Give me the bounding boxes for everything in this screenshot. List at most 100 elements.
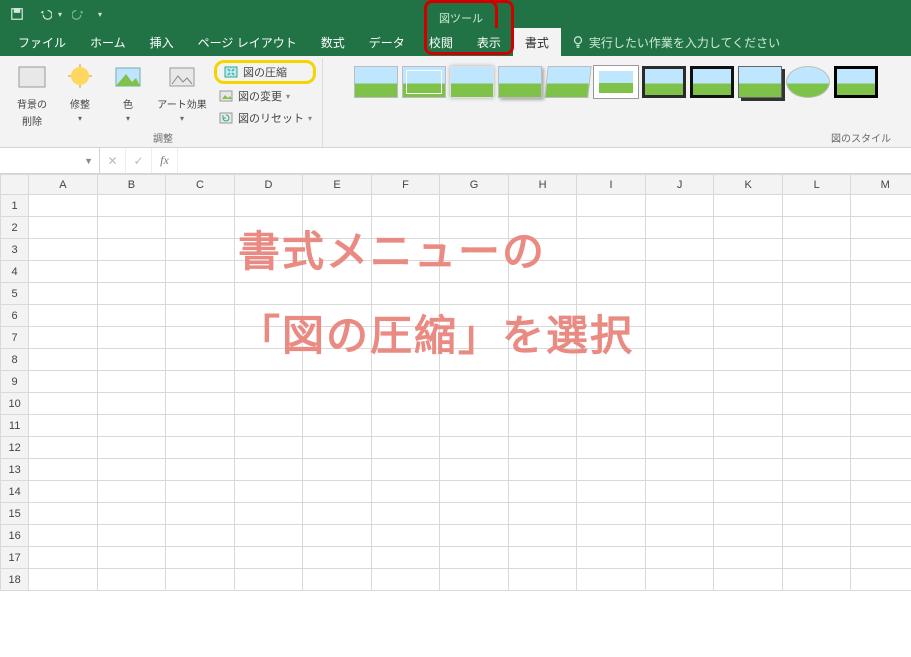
cell[interactable] [234,327,303,349]
cell[interactable] [851,195,911,217]
enter-formula-button[interactable]: ✓ [126,148,152,173]
cell[interactable] [577,327,646,349]
cell[interactable] [440,349,509,371]
cell[interactable] [782,393,851,415]
cell[interactable] [508,327,577,349]
cell[interactable] [371,371,440,393]
cell[interactable] [166,525,235,547]
cell[interactable] [166,261,235,283]
tab-formulas[interactable]: 数式 [309,28,357,56]
cell[interactable] [97,261,166,283]
tab-format[interactable]: 書式 [513,28,561,56]
cell[interactable] [645,261,714,283]
cell[interactable] [851,569,911,591]
row-header[interactable]: 7 [1,327,29,349]
cell[interactable] [440,437,509,459]
cell[interactable] [645,239,714,261]
row-header[interactable]: 15 [1,503,29,525]
cell[interactable] [29,569,98,591]
cell[interactable] [782,349,851,371]
cell[interactable] [29,371,98,393]
cell[interactable] [851,415,911,437]
column-header[interactable]: L [782,175,851,195]
cell[interactable] [234,415,303,437]
cell[interactable] [851,349,911,371]
cell[interactable] [303,217,372,239]
cell[interactable] [29,415,98,437]
cell[interactable] [303,393,372,415]
cell[interactable] [166,393,235,415]
cell[interactable] [714,195,783,217]
cell[interactable] [166,217,235,239]
cell[interactable] [508,305,577,327]
cell[interactable] [508,437,577,459]
cell[interactable] [303,503,372,525]
cell[interactable] [234,393,303,415]
cell[interactable] [782,481,851,503]
cell[interactable] [714,283,783,305]
cell[interactable] [645,437,714,459]
row-header[interactable]: 11 [1,415,29,437]
cell[interactable] [440,239,509,261]
row-header[interactable]: 13 [1,459,29,481]
row-header[interactable]: 5 [1,283,29,305]
cell[interactable] [29,459,98,481]
cell[interactable] [303,305,372,327]
cell[interactable] [440,371,509,393]
cell[interactable] [782,195,851,217]
compress-pictures-button[interactable]: 図の圧縮 [214,60,316,84]
cell[interactable] [714,525,783,547]
cell[interactable] [97,239,166,261]
cell[interactable] [234,283,303,305]
remove-background-button[interactable]: 背景の 削除 [10,60,54,124]
cell[interactable] [577,503,646,525]
cell[interactable] [645,217,714,239]
undo-icon[interactable] [34,3,56,25]
cell[interactable] [440,481,509,503]
cell[interactable] [440,459,509,481]
cell[interactable] [851,239,911,261]
cell[interactable] [851,481,911,503]
cell[interactable] [577,239,646,261]
picture-style-thumb[interactable] [642,66,686,98]
cell[interactable] [508,503,577,525]
reset-picture-button[interactable]: 図のリセット ▾ [214,108,316,128]
cell[interactable] [508,349,577,371]
cell[interactable] [577,481,646,503]
qat-customize-icon[interactable]: ▾ [98,10,102,19]
cell[interactable] [577,459,646,481]
tab-view[interactable]: 表示 [465,28,513,56]
cell[interactable] [29,481,98,503]
name-box[interactable]: ▼ [0,148,100,173]
cell[interactable] [29,261,98,283]
cell[interactable] [234,305,303,327]
cell[interactable] [166,349,235,371]
cell[interactable] [645,305,714,327]
cell[interactable] [714,327,783,349]
tab-home[interactable]: ホーム [78,28,138,56]
tab-data[interactable]: データ [357,28,417,56]
insert-function-button[interactable]: fx [152,148,178,173]
cell[interactable] [371,327,440,349]
cell[interactable] [645,525,714,547]
cell[interactable] [714,217,783,239]
cell[interactable] [440,195,509,217]
cell[interactable] [714,437,783,459]
cell[interactable] [97,393,166,415]
row-header[interactable]: 16 [1,525,29,547]
cell[interactable] [714,349,783,371]
cell[interactable] [303,415,372,437]
cell[interactable] [234,503,303,525]
picture-style-thumb[interactable] [786,66,830,98]
cell[interactable] [714,459,783,481]
cell[interactable] [371,349,440,371]
undo-dropdown-icon[interactable]: ▾ [58,10,62,19]
cell[interactable] [166,239,235,261]
cell[interactable] [440,327,509,349]
cell[interactable] [508,481,577,503]
picture-style-thumb[interactable] [544,66,591,98]
cell[interactable] [234,217,303,239]
cell[interactable] [714,239,783,261]
cell[interactable] [645,283,714,305]
cell[interactable] [508,393,577,415]
